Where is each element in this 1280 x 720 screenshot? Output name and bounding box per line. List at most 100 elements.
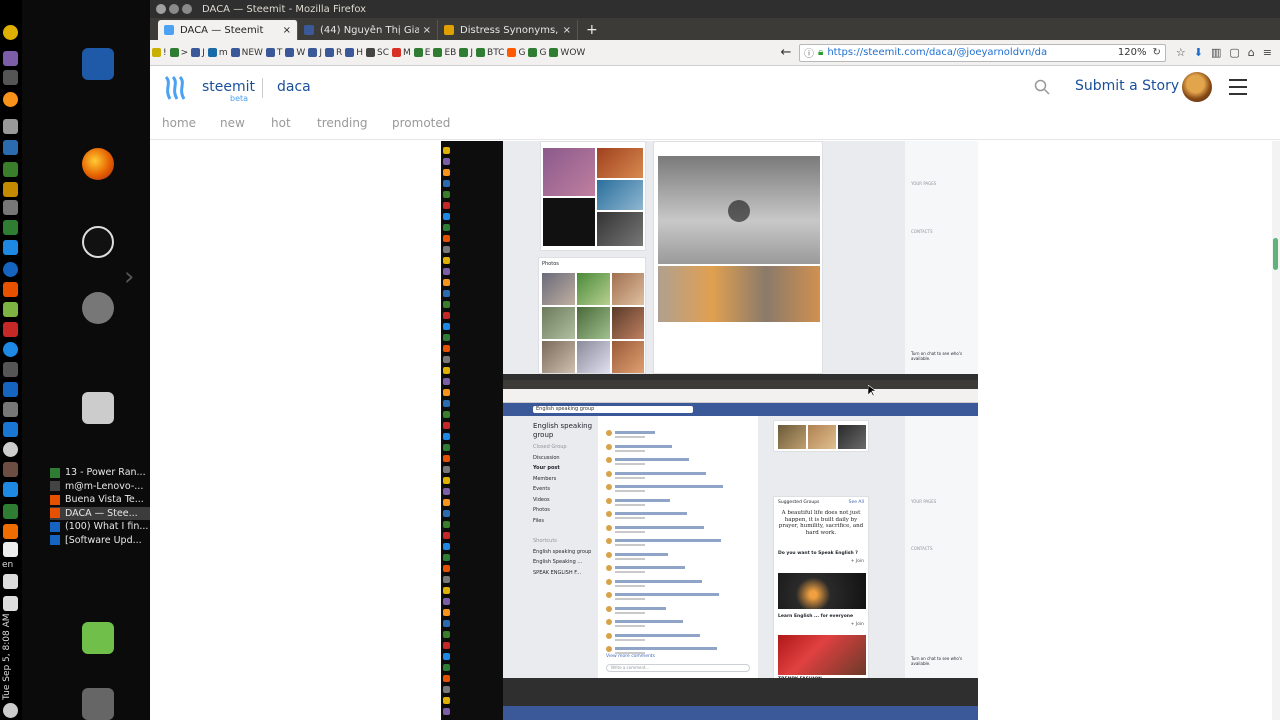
subnav-promoted[interactable]: promoted xyxy=(392,116,450,130)
wifi-icon[interactable] xyxy=(3,542,18,557)
close-tab-icon[interactable]: × xyxy=(563,25,571,36)
bookmark-item[interactable]: T xyxy=(265,48,282,58)
page-scrollbar-thumb[interactable] xyxy=(1273,238,1278,270)
network-icon[interactable] xyxy=(3,262,18,277)
chevron-right-icon[interactable]: › xyxy=(124,262,134,292)
tray-app3-icon[interactable] xyxy=(3,504,18,519)
subnav-trending[interactable]: trending xyxy=(317,116,368,130)
archive-icon[interactable] xyxy=(3,182,18,197)
power-icon[interactable] xyxy=(3,703,18,718)
submit-story-link[interactable]: Submit a Story xyxy=(1075,78,1179,94)
bookmark-item[interactable]: J xyxy=(191,48,205,58)
volume-icon[interactable] xyxy=(3,574,18,589)
minimize-window-button[interactable] xyxy=(169,4,179,14)
window-item[interactable]: 13 - Power Ran... xyxy=(50,466,150,480)
download-icon[interactable]: ⬇ xyxy=(1194,46,1203,59)
terminal-icon[interactable] xyxy=(3,220,18,235)
new-tab-button[interactable]: + xyxy=(578,20,606,40)
bookmark-item[interactable]: NEW xyxy=(230,48,263,58)
tray-app-icon[interactable] xyxy=(3,462,18,477)
user-switch-icon[interactable] xyxy=(82,622,114,654)
file-manager-icon[interactable] xyxy=(82,392,114,424)
ubuntu-software-icon[interactable] xyxy=(82,292,114,324)
bookmark-item[interactable]: EB xyxy=(433,48,456,58)
maximize-window-button[interactable] xyxy=(182,4,192,14)
bookmark-item[interactable]: G xyxy=(528,48,546,58)
bookmark-item[interactable]: R xyxy=(324,48,342,58)
bookmark-item[interactable]: WOW xyxy=(549,48,585,58)
play-icon[interactable] xyxy=(728,200,750,222)
text-editor-icon[interactable] xyxy=(3,140,18,155)
tab-distress-synonyms[interactable]: Distress Synonyms, Di × xyxy=(438,20,578,40)
battery-icon[interactable] xyxy=(3,596,18,611)
subnav-hot[interactable]: hot xyxy=(271,116,291,130)
trash-icon[interactable] xyxy=(82,688,114,720)
bookmark-item[interactable]: ! xyxy=(152,48,167,58)
orange-app-icon[interactable] xyxy=(3,282,18,297)
red-app-icon[interactable] xyxy=(3,322,18,337)
bookmark-item[interactable]: > xyxy=(169,48,188,58)
window-item-active[interactable]: DACA — Stee... xyxy=(50,506,150,520)
close-window-button[interactable] xyxy=(156,4,166,14)
bookmark-item[interactable]: J xyxy=(308,48,322,58)
bookmark-item[interactable]: E xyxy=(413,48,430,58)
bookmark-item[interactable]: G xyxy=(507,48,525,58)
search-icon[interactable] xyxy=(1034,79,1050,95)
page-scrollbar[interactable] xyxy=(1272,141,1280,720)
subnav-new[interactable]: new xyxy=(220,116,245,130)
app-icon[interactable] xyxy=(3,51,18,66)
steam-icon[interactable] xyxy=(3,442,18,457)
info-icon[interactable]: ⓘ xyxy=(804,45,814,60)
globe-icon[interactable] xyxy=(3,342,18,357)
libreoffice-writer-icon[interactable] xyxy=(82,48,114,80)
subnav-home[interactable]: home xyxy=(162,116,196,130)
settings-icon[interactable] xyxy=(3,382,18,397)
language-indicator[interactable]: en xyxy=(2,560,13,570)
bookmark-item[interactable]: W xyxy=(285,48,305,58)
hamburger-menu-icon[interactable] xyxy=(1229,79,1247,95)
camera-icon[interactable] xyxy=(3,362,18,377)
bookmark-item[interactable]: H xyxy=(345,48,363,58)
community-name[interactable]: daca xyxy=(277,79,311,95)
bookmark-item[interactable]: M xyxy=(392,48,411,58)
tab-daca-steemit[interactable]: DACA — Steemit × xyxy=(158,20,298,40)
window-item[interactable]: Buena Vista Te... xyxy=(50,493,150,507)
brand-name[interactable]: steemit xyxy=(202,79,255,95)
back-button[interactable]: ← xyxy=(777,45,795,60)
window-item[interactable]: [Software Upd... xyxy=(50,534,150,548)
obs-icon[interactable] xyxy=(82,226,114,258)
tab-facebook[interactable]: (44) Nguyễn Thị Giang × xyxy=(298,20,438,40)
bitcoin-icon[interactable] xyxy=(3,92,18,107)
bookmark-item[interactable]: m xyxy=(207,48,228,58)
zoom-level[interactable]: 120% xyxy=(1118,47,1147,58)
pocket-icon[interactable]: ▢ xyxy=(1229,46,1239,59)
avatar[interactable] xyxy=(1182,72,1212,102)
android-icon[interactable] xyxy=(3,302,18,317)
star-icon[interactable]: ☆ xyxy=(1176,46,1186,59)
clock[interactable]: Tue Sep 5, 8:08 AM xyxy=(2,614,18,701)
monitor-icon[interactable] xyxy=(3,240,18,255)
menu-icon[interactable]: ≡ xyxy=(1263,46,1272,59)
coin-icon[interactable] xyxy=(3,25,18,40)
steemit-logo-icon[interactable] xyxy=(162,75,190,101)
drive2-icon[interactable] xyxy=(3,422,18,437)
bookmark-item[interactable]: J xyxy=(459,48,473,58)
library-icon[interactable]: ▥ xyxy=(1211,46,1221,59)
close-tab-icon[interactable]: × xyxy=(423,25,431,36)
tray-app2-icon[interactable] xyxy=(3,482,18,497)
files-icon[interactable] xyxy=(3,402,18,417)
bookmark-item[interactable]: BTC xyxy=(476,48,504,58)
window-item[interactable]: (100) What I fin... xyxy=(50,520,150,534)
url-bar[interactable]: ⓘ 🔒︎ https://steemit.com/daca/@joeyarnol… xyxy=(799,43,1166,62)
title-bar[interactable]: DACA — Steemit - Mozilla Firefox xyxy=(150,0,1280,18)
bookmark-item[interactable]: SC xyxy=(366,48,389,58)
url-text[interactable]: https://steemit.com/daca/@joeyarnoldvn/d… xyxy=(827,47,1112,58)
spreadsheet-icon[interactable] xyxy=(3,162,18,177)
upload-icon[interactable] xyxy=(3,70,18,85)
firefox-icon[interactable] xyxy=(82,148,114,180)
reload-icon[interactable]: ↻ xyxy=(1153,47,1161,58)
vlc-icon[interactable] xyxy=(3,524,18,539)
window-item[interactable]: m@m-Lenovo-... xyxy=(50,480,150,494)
notes-icon[interactable] xyxy=(3,119,18,134)
close-tab-icon[interactable]: × xyxy=(283,25,291,36)
